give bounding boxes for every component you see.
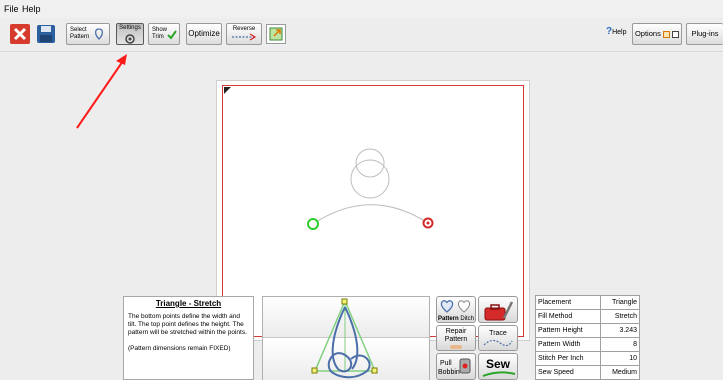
floppy-disk-icon xyxy=(37,25,55,43)
close-icon xyxy=(13,27,27,41)
description-body: The bottom points define the width and t… xyxy=(128,313,247,336)
property-value[interactable]: 3.243 xyxy=(600,323,640,338)
select-pattern-label-2: Pattern xyxy=(70,34,90,40)
reverse-label: Reverse xyxy=(232,26,256,32)
trace-label: Trace xyxy=(489,330,507,337)
repair-label-2: Pattern xyxy=(444,336,468,343)
description-title: Triangle - Stretch xyxy=(155,299,222,308)
sew-button[interactable]: Sew xyxy=(478,353,518,380)
options-label: Options xyxy=(634,29,661,38)
placement-preview-panel xyxy=(262,296,430,380)
ditch-label: Ditch xyxy=(460,316,474,322)
pattern-ditch-button[interactable]: Pattern Ditch xyxy=(436,296,476,323)
bobbin-icon xyxy=(459,358,471,374)
options-checkbox-icon xyxy=(662,30,670,38)
settings-button[interactable]: Settings xyxy=(116,23,144,45)
pull-label: Pull xyxy=(440,360,452,367)
property-label: Placement xyxy=(534,295,602,310)
export-icon xyxy=(269,27,283,41)
menu-help[interactable]: Help xyxy=(22,4,41,14)
gear-icon xyxy=(125,34,135,44)
optimize-button[interactable]: Optimize xyxy=(186,23,222,45)
table-row: Sew Speed Medium xyxy=(534,365,640,380)
options-empty-box-icon xyxy=(672,30,680,38)
sew-path-icon xyxy=(482,371,516,377)
pattern-label: Pattern xyxy=(437,316,459,322)
heart-icon xyxy=(440,300,471,313)
save-button[interactable] xyxy=(36,24,56,44)
pull-bobbin-button[interactable]: Pull Bobbin xyxy=(436,353,476,380)
options-button[interactable]: Options xyxy=(632,23,682,45)
show-trim-label-1: Show xyxy=(152,27,168,33)
show-trim-button[interactable]: Show Trim xyxy=(148,23,180,45)
reverse-button[interactable]: Reverse xyxy=(226,23,262,45)
property-value[interactable]: Medium xyxy=(600,365,640,380)
select-pattern-label-1: Select xyxy=(70,27,87,33)
start-point-handle[interactable] xyxy=(306,217,320,231)
toolbox-icon xyxy=(484,301,514,321)
trace-path-icon xyxy=(483,339,513,347)
show-trim-label-2: Trim xyxy=(152,34,164,40)
property-value[interactable]: Stretch xyxy=(600,309,640,324)
menu-bar: File Help xyxy=(0,0,723,18)
bandage-icon xyxy=(450,345,462,349)
plugins-button[interactable]: Plug-ins xyxy=(686,23,723,45)
toolbar: Select Pattern Settings Show Trim Optimi… xyxy=(0,18,723,52)
description-panel: Triangle - Stretch The bottom points def… xyxy=(123,296,254,380)
table-row: Pattern Width 8 xyxy=(534,337,640,352)
table-row: Stitch Per Inch 10 xyxy=(534,351,640,366)
pattern-icon xyxy=(94,28,104,40)
checkmark-icon xyxy=(167,30,177,40)
property-label: Stitch Per Inch xyxy=(534,351,602,366)
toolbox-button[interactable] xyxy=(478,296,518,323)
select-pattern-button[interactable]: Select Pattern xyxy=(66,23,110,45)
trace-button[interactable]: Trace xyxy=(478,325,518,351)
repair-pattern-button[interactable]: Repair Pattern xyxy=(436,325,476,351)
description-note: (Pattern dimensions remain FIXED) xyxy=(128,345,231,352)
table-row: Placement Triangle xyxy=(534,295,640,310)
triangle-placement-diagram xyxy=(311,298,378,379)
property-label: Pattern Height xyxy=(534,323,602,338)
sew-label: Sew xyxy=(485,357,510,371)
property-value[interactable]: Triangle xyxy=(600,295,640,310)
table-row: Pattern Height 3.243 xyxy=(534,323,640,338)
reverse-arrow-icon xyxy=(232,33,257,41)
menu-file[interactable]: File xyxy=(4,4,19,14)
export-button[interactable] xyxy=(266,24,286,44)
repair-label-1: Repair xyxy=(445,328,467,335)
properties-table: Placement Triangle Fill Method Stretch P… xyxy=(534,295,640,380)
property-label: Pattern Width xyxy=(534,337,602,352)
property-label: Sew Speed xyxy=(534,365,602,380)
property-value[interactable]: 8 xyxy=(600,337,640,352)
end-point-handle[interactable] xyxy=(421,216,435,230)
property-label: Fill Method xyxy=(534,309,602,324)
property-value[interactable]: 10 xyxy=(600,351,640,366)
close-button[interactable] xyxy=(10,24,30,44)
plugins-label: Plug-ins xyxy=(691,29,719,38)
optimize-label: Optimize xyxy=(188,29,220,38)
settings-label: Settings xyxy=(119,25,141,31)
table-row: Fill Method Stretch xyxy=(534,309,640,324)
help-button[interactable]: ?Help xyxy=(606,26,627,42)
help-label: Help xyxy=(612,29,627,36)
bobbin-label: Bobbin xyxy=(438,369,460,376)
